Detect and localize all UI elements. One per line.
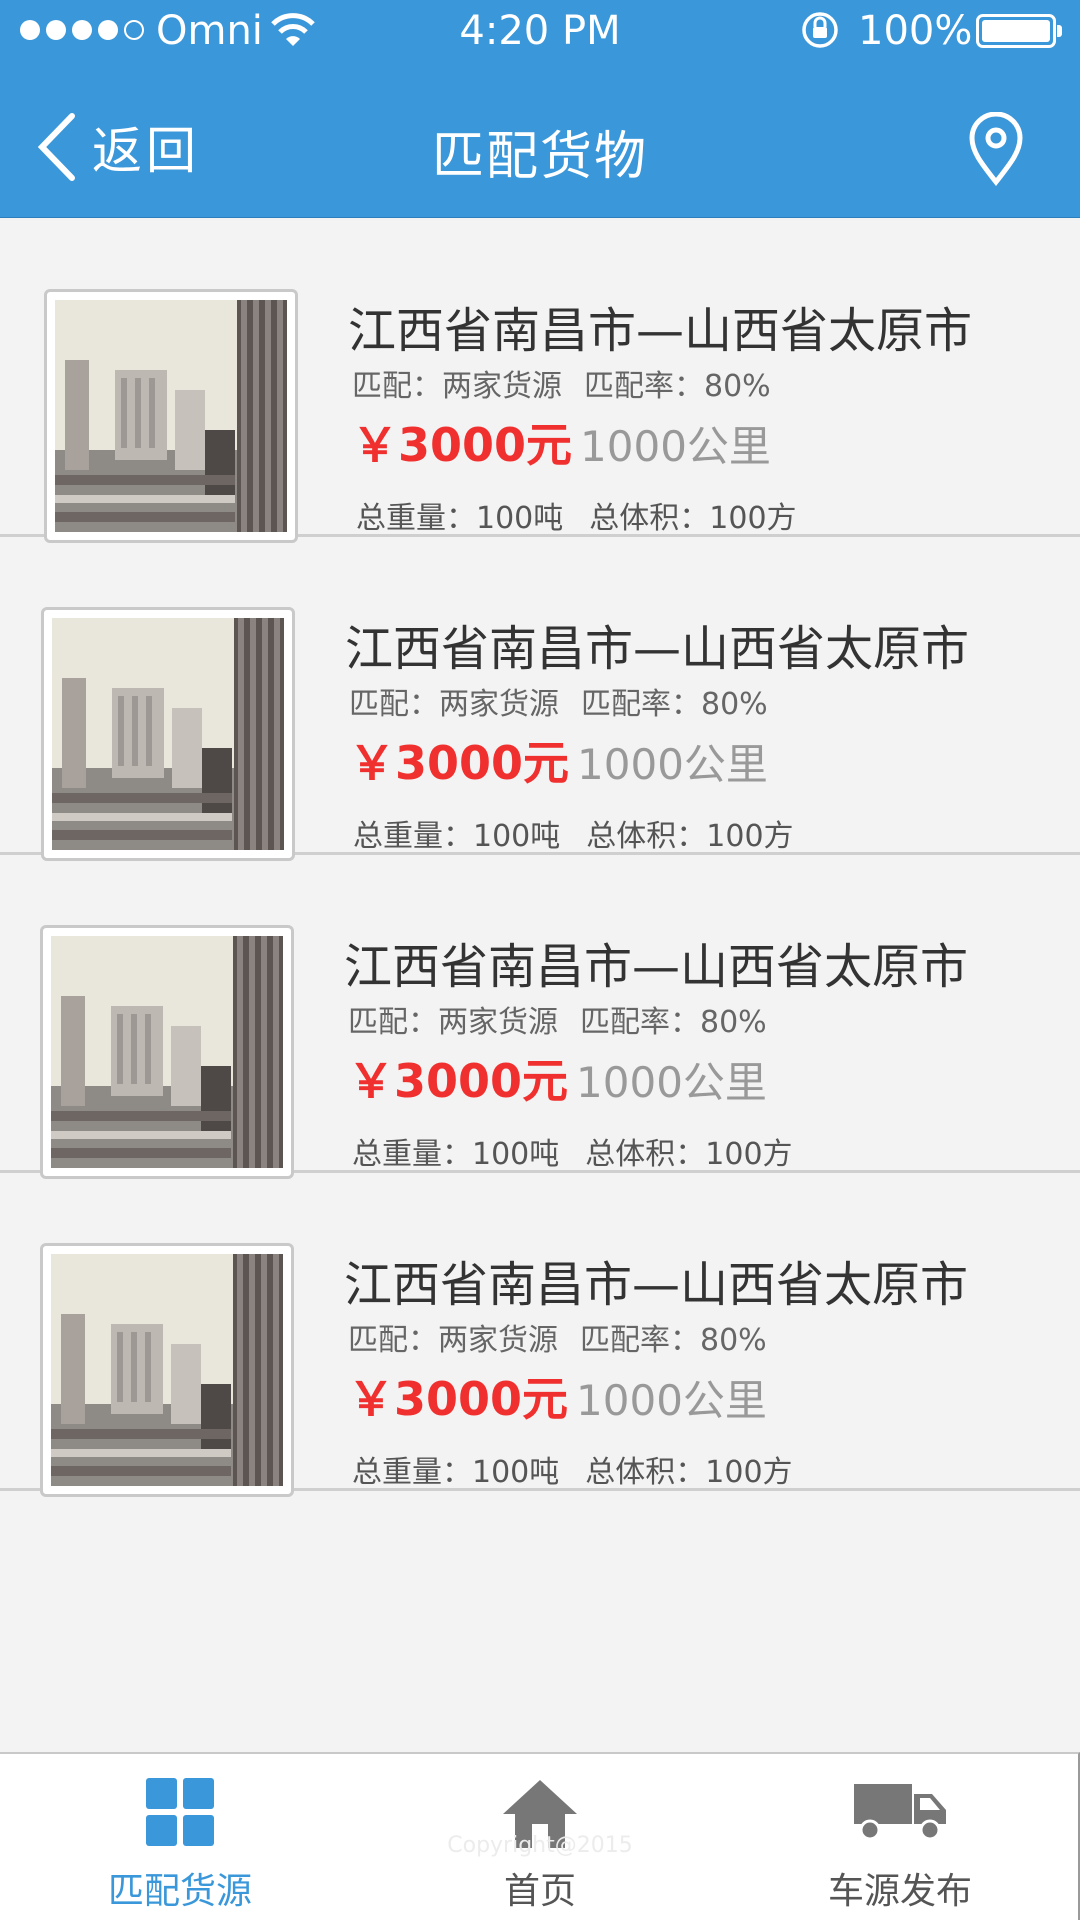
header: Omni 4:20 PM 100% 返回 匹配货物 xyxy=(0,0,1080,218)
distance: 1000公里 xyxy=(580,422,771,471)
price-line: ￥3000元 1000公里 xyxy=(352,409,771,475)
page-title: 匹配货物 xyxy=(431,127,648,187)
match-rate: 匹配率：80% xyxy=(581,687,768,722)
match-rate: 匹配率：80% xyxy=(580,1005,767,1040)
cargo-thumbnail xyxy=(40,1243,294,1497)
total-volume: 总体积：100方 xyxy=(585,1455,793,1490)
battery-percent: 100% xyxy=(858,8,973,54)
route-text: 江西省南昌市—山西省太原市 xyxy=(348,303,973,359)
battery-icon xyxy=(976,14,1062,48)
status-bar: Omni 4:20 PM 100% xyxy=(0,0,1080,62)
total-weight: 总重量：100吨 xyxy=(356,501,564,536)
tab-label: 匹配货源 xyxy=(107,1871,252,1912)
distance: 1000公里 xyxy=(577,740,768,789)
rotation-lock-icon xyxy=(802,12,838,48)
total-volume: 总体积：100方 xyxy=(589,501,797,536)
match-sources: 匹配：两家货源 xyxy=(348,1005,558,1040)
tab-label: 车源发布 xyxy=(827,1871,972,1912)
route-text: 江西省南昌市—山西省太原市 xyxy=(344,1257,969,1313)
match-sources: 匹配：两家货源 xyxy=(349,687,559,722)
distance: 1000公里 xyxy=(576,1376,767,1425)
price: ￥3000元 xyxy=(348,1054,569,1108)
total-weight: 总重量：100吨 xyxy=(352,1455,560,1490)
price: ￥3000元 xyxy=(352,418,573,472)
price-line: ￥3000元 1000公里 xyxy=(348,1045,767,1111)
match-rate: 匹配率：80% xyxy=(584,369,771,404)
price-line: ￥3000元 1000公里 xyxy=(348,1363,767,1429)
total-weight: 总重量：100吨 xyxy=(353,819,561,854)
distance: 1000公里 xyxy=(576,1058,767,1107)
total-volume: 总体积：100方 xyxy=(586,819,794,854)
match-info: 匹配：两家货源 匹配率：80% xyxy=(348,1315,767,1359)
cargo-spec: 总重量：100吨 总体积：100方 xyxy=(356,493,797,537)
location-pin-icon[interactable] xyxy=(966,112,1026,186)
list-item[interactable]: 江西省南昌市—山西省太原市 匹配：两家货源 匹配率：80% ￥3000元 1000公里总… xyxy=(0,855,1080,1179)
tab-label: 首页 xyxy=(503,1871,576,1912)
match-sources: 匹配：两家货源 xyxy=(352,369,562,404)
list-item[interactable]: 江西省南昌市—山西省太原市 匹配：两家货源 匹配率：80% ￥3000元 1000公里总… xyxy=(0,537,1080,861)
price-line: ￥3000元 1000公里 xyxy=(349,727,768,793)
match-sources: 匹配：两家货源 xyxy=(348,1323,558,1358)
nav-bar: 返回 匹配货物 xyxy=(0,62,1080,218)
cargo-thumbnail xyxy=(40,925,294,1179)
cargo-spec: 总重量：100吨 总体积：100方 xyxy=(352,1447,793,1491)
match-info: 匹配：两家货源 匹配率：80% xyxy=(352,361,771,405)
total-weight: 总重量：100吨 xyxy=(352,1137,560,1172)
list-item[interactable]: 江西省南昌市—山西省太原市 匹配：两家货源 匹配率：80% ￥3000元 1000公里总… xyxy=(0,219,1080,543)
list-item[interactable]: 江西省南昌市—山西省太原市 匹配：两家货源 匹配率：80% ￥3000元 1000公里总… xyxy=(0,1173,1080,1497)
match-rate: 匹配率：80% xyxy=(580,1323,767,1358)
cargo-thumbnail xyxy=(41,607,295,861)
route-text: 江西省南昌市—山西省太原市 xyxy=(344,939,969,995)
cargo-thumbnail xyxy=(44,289,298,543)
match-info: 匹配：两家货源 匹配率：80% xyxy=(349,679,768,723)
cargo-spec: 总重量：100吨 总体积：100方 xyxy=(352,1129,793,1173)
match-info: 匹配：两家货源 匹配率：80% xyxy=(348,997,767,1041)
total-volume: 总体积：100方 xyxy=(585,1137,793,1172)
price: ￥3000元 xyxy=(348,1372,569,1426)
cargo-spec: 总重量：100吨 总体积：100方 xyxy=(353,811,794,855)
route-text: 江西省南昌市—山西省太原市 xyxy=(345,621,970,677)
price: ￥3000元 xyxy=(349,736,570,790)
copyright-text: Copyright@2015 xyxy=(447,1833,633,1858)
